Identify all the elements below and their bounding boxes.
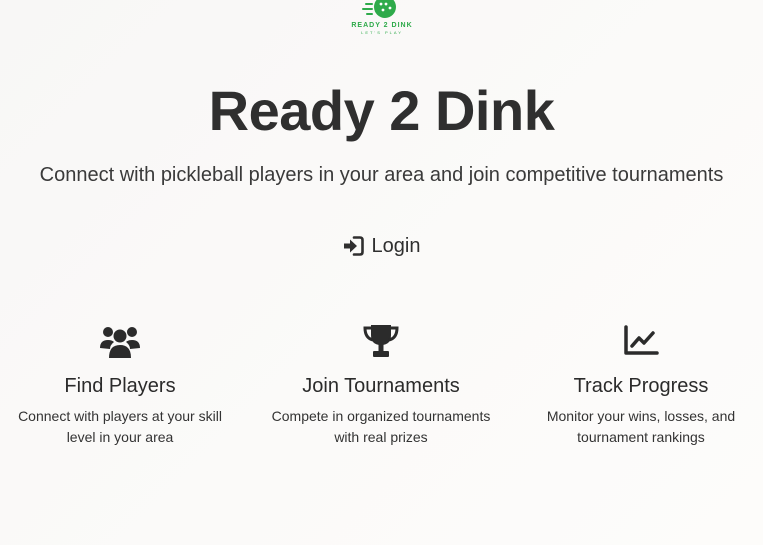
- trophy-icon: [363, 325, 399, 357]
- feature-title: Join Tournaments: [302, 375, 460, 397]
- login-button[interactable]: Login: [326, 230, 436, 262]
- logo-title: READY 2 DINK: [351, 22, 413, 29]
- line-chart-icon: [624, 325, 659, 355]
- page-subtitle: Connect with pickleball players in your …: [39, 164, 724, 186]
- brand-logo: READY 2 DINK LET'S PLAY: [345, 0, 419, 38]
- feature-description: Monitor your wins, losses, and tournamen…: [546, 408, 736, 445]
- pickleball-logo-icon: [362, 0, 396, 18]
- feature-description: Connect with players at your skill level…: [18, 408, 222, 445]
- login-label: Login: [371, 234, 421, 257]
- logo-tagline: LET'S PLAY: [361, 30, 403, 35]
- page-title: Ready 2 Dink: [208, 79, 555, 142]
- feature-find-players: Find Players Connect with players at you…: [0, 322, 245, 448]
- users-icon: [100, 327, 140, 358]
- feature-title: Find Players: [64, 375, 176, 397]
- feature-title: Track Progress: [573, 375, 709, 397]
- sign-in-icon: [343, 236, 364, 256]
- feature-description: Compete in organized tournaments with re…: [271, 408, 491, 445]
- feature-track-progress: Track Progress Monitor your wins, losses…: [516, 322, 763, 448]
- feature-join-tournaments: Join Tournaments Compete in organized to…: [256, 322, 506, 448]
